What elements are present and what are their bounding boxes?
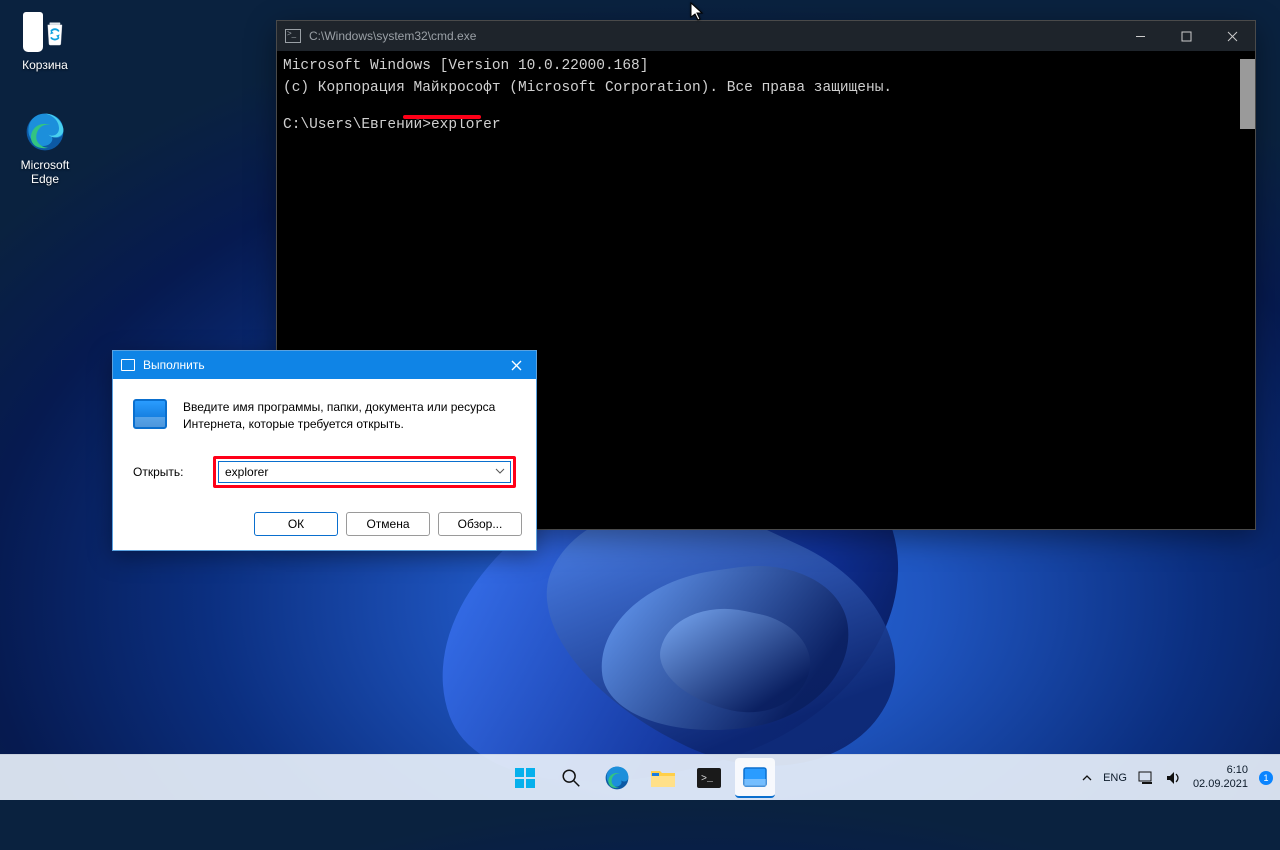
run-open-input[interactable] (218, 461, 511, 483)
volume-icon[interactable] (1165, 770, 1183, 786)
tray-clock[interactable]: 6:10 02.09.2021 (1193, 764, 1248, 792)
network-icon[interactable] (1137, 770, 1155, 786)
edge-label: Microsoft Edge (6, 158, 84, 186)
run-titlebar-icon (121, 359, 135, 371)
cmd-output-line1: Microsoft Windows [Version 10.0.22000.16… (283, 55, 1249, 77)
taskbar-search-button[interactable] (551, 758, 591, 798)
run-close-button[interactable] (496, 351, 536, 379)
taskbar-cmd-button[interactable]: >_ (689, 758, 729, 798)
tray-date: 02.09.2021 (1193, 778, 1248, 792)
run-instruction-text: Введите имя программы, папки, документа … (183, 399, 516, 434)
desktop-icon-edge[interactable]: Microsoft Edge (6, 110, 84, 186)
recycle-bin-icon (23, 10, 67, 54)
cmd-titlebar-icon (285, 29, 301, 43)
mouse-cursor (690, 2, 706, 22)
cmd-titlebar[interactable]: C:\Windows\system32\cmd.exe (277, 21, 1255, 51)
cancel-button[interactable]: Отмена (346, 512, 430, 536)
minimize-button[interactable] (1117, 21, 1163, 51)
run-title-text: Выполнить (143, 358, 205, 372)
svg-text:1: 1 (1263, 773, 1268, 783)
taskbar-run-button[interactable] (735, 758, 775, 798)
maximize-button[interactable] (1163, 21, 1209, 51)
recycle-bin-label: Корзина (6, 58, 84, 72)
taskbar-explorer-button[interactable] (643, 758, 683, 798)
cmd-output-line2: (c) Корпорация Майкрософт (Microsoft Cor… (283, 77, 1249, 99)
cmd-scrollbar[interactable] (1240, 59, 1255, 129)
tray-language[interactable]: ENG (1103, 772, 1127, 784)
svg-text:>_: >_ (701, 774, 714, 785)
tray-time: 6:10 (1193, 764, 1248, 778)
taskbar[interactable]: >_ ENG 6:10 02.09.2021 1 (0, 754, 1280, 800)
run-dialog[interactable]: Выполнить Введите имя программы, папки, … (112, 350, 537, 551)
run-titlebar[interactable]: Выполнить (113, 351, 536, 379)
annotation-underline (403, 115, 481, 119)
run-open-label: Открыть: (133, 465, 201, 479)
close-button[interactable] (1209, 21, 1255, 51)
run-program-icon (133, 399, 167, 429)
taskbar-edge-button[interactable] (597, 758, 637, 798)
browse-button[interactable]: Обзор... (438, 512, 522, 536)
cmd-title-text: C:\Windows\system32\cmd.exe (309, 29, 476, 43)
ok-button[interactable]: ОК (254, 512, 338, 536)
edge-icon (23, 110, 67, 154)
tray-overflow-chevron-icon[interactable] (1081, 772, 1093, 784)
desktop-icon-recycle-bin[interactable]: Корзина (6, 10, 84, 72)
annotation-highlight-box (213, 456, 516, 488)
start-button[interactable] (505, 758, 545, 798)
notifications-icon[interactable]: 1 (1258, 770, 1274, 786)
